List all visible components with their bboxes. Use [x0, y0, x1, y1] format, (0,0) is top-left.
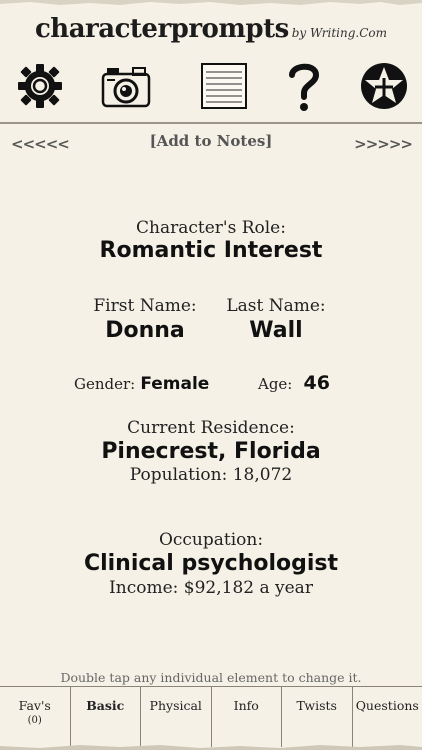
- role-section: Character's Role:: [0, 218, 422, 238]
- income-text: Income: $92,182 a year: [109, 578, 313, 598]
- last-name-section: Last Name: Wall: [212, 296, 340, 343]
- tab-label: Basic: [86, 698, 125, 713]
- toolbar-icons: [0, 58, 422, 114]
- occupation-value[interactable]: Clinical psychologist: [0, 551, 422, 576]
- tab-label: Info: [233, 698, 259, 713]
- gender-value[interactable]: Female: [140, 374, 209, 394]
- app-header: characterprompts by Writing.Com: [0, 0, 422, 124]
- camera-icon[interactable]: [98, 58, 154, 114]
- torn-paper-edge-bottom: [0, 745, 422, 750]
- tab-label: Questions: [355, 698, 419, 713]
- tab-favorites[interactable]: Fav's (0): [0, 687, 71, 747]
- next-character-button[interactable]: >>>>>: [354, 135, 413, 153]
- last-name-label: Last Name:: [226, 296, 326, 316]
- help-question-icon[interactable]: [276, 58, 332, 114]
- last-name-value[interactable]: Wall: [212, 318, 340, 343]
- tab-label: Physical: [149, 698, 202, 713]
- gender-section: Gender: Female: [74, 374, 209, 394]
- age-label: Age:: [258, 375, 293, 393]
- first-name-value[interactable]: Donna: [80, 318, 210, 343]
- first-name-section: First Name: Donna: [80, 296, 210, 343]
- tab-physical[interactable]: Physical: [141, 687, 212, 747]
- tab-info[interactable]: Info: [212, 687, 282, 747]
- tab-questions[interactable]: Questions: [353, 687, 422, 747]
- header-divider: [0, 122, 422, 124]
- occupation-label: Occupation:: [158, 530, 264, 550]
- double-tap-hint: Double tap any individual element to cha…: [60, 670, 362, 685]
- prompt-navigation: <<<<< [Add to Notes] >>>>>: [0, 130, 422, 160]
- logo-byline: by Writing.Com: [291, 26, 388, 40]
- role-value[interactable]: Romantic Interest: [0, 238, 422, 263]
- residence-section: Current Residence: Pinecrest, Florida Po…: [0, 418, 422, 485]
- first-name-label: First Name:: [93, 296, 197, 316]
- residence-value[interactable]: Pinecrest, Florida: [0, 439, 422, 464]
- app-logo: characterprompts by Writing.Com: [0, 14, 422, 44]
- tab-label: Fav's: [18, 698, 51, 713]
- gender-label: Gender:: [74, 375, 136, 393]
- settings-gear-icon[interactable]: [12, 58, 68, 114]
- bottom-tab-bar: Fav's (0) Basic Physical Info Twists Que…: [0, 686, 422, 747]
- population-text: Population: 18,072: [129, 465, 293, 485]
- occupation-section: Occupation: Clinical psychologist Income…: [0, 530, 422, 598]
- tab-twists[interactable]: Twists: [282, 687, 353, 747]
- notes-icon[interactable]: [196, 58, 252, 114]
- residence-label: Current Residence:: [127, 418, 295, 438]
- logo-title: characterprompts: [34, 14, 289, 44]
- tab-basic[interactable]: Basic: [71, 687, 141, 747]
- favorites-count: (0): [27, 715, 42, 726]
- role-label: Character's Role:: [136, 218, 286, 238]
- age-value[interactable]: 46: [303, 372, 329, 394]
- age-section: Age: 46: [258, 372, 330, 394]
- tab-label: Twists: [296, 698, 337, 713]
- add-favorite-star-icon[interactable]: [356, 58, 412, 114]
